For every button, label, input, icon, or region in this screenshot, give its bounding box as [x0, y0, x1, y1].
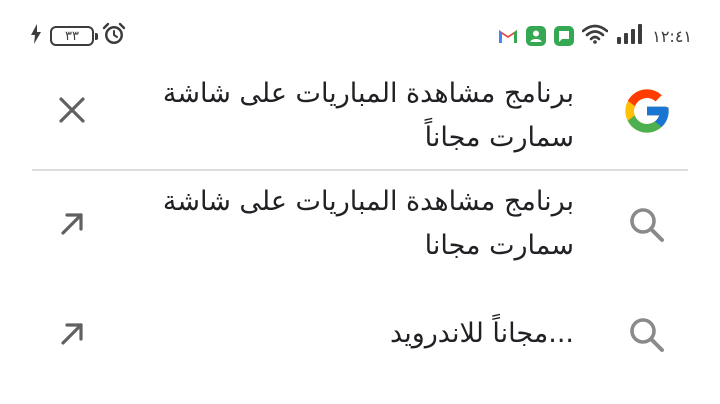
arrow-up-left-icon — [57, 209, 87, 243]
search-query-row[interactable]: برنامج مشاهدة المباريات على شاشة سمارت م… — [0, 72, 720, 168]
battery-indicator: ٣٣ — [50, 26, 98, 46]
fill-query-button[interactable] — [52, 206, 92, 246]
clear-search-button[interactable] — [52, 92, 92, 132]
search-query-text: برنامج مشاهدة المباريات على شاشة سمارت م… — [162, 78, 574, 153]
contacts-icon — [526, 26, 547, 46]
suggestion-text: برنامج مشاهدة المباريات على شاشة سمارت م… — [162, 186, 574, 261]
status-bar: ٣٣ ١٢:٤١ — [0, 0, 720, 72]
google-logo-icon — [620, 84, 674, 138]
close-icon — [57, 95, 87, 129]
wifi-icon — [581, 24, 609, 48]
signal-icon — [616, 24, 643, 48]
suggestion-item[interactable]: برنامج مشاهدة المباريات على شاشة سمارت م… — [0, 180, 720, 276]
status-left: ٣٣ — [30, 22, 126, 50]
battery-level: ٣٣ — [65, 28, 79, 44]
messages-icon — [554, 26, 575, 46]
fill-query-button[interactable] — [52, 316, 92, 356]
status-right: ١٢:٤١ — [498, 22, 692, 50]
suggestion-item[interactable]: ...مجاناً للاندرويد — [0, 300, 720, 370]
divider — [32, 169, 688, 171]
charging-bolt-icon — [30, 24, 42, 48]
alarm-clock-icon — [102, 22, 126, 50]
status-time: ١٢:٤١ — [652, 26, 692, 46]
gmail-icon — [498, 26, 519, 46]
search-icon — [620, 198, 674, 252]
suggestion-text: ...مجاناً للاندرويد — [390, 318, 574, 349]
search-icon — [620, 308, 674, 362]
arrow-up-left-icon — [57, 319, 87, 353]
